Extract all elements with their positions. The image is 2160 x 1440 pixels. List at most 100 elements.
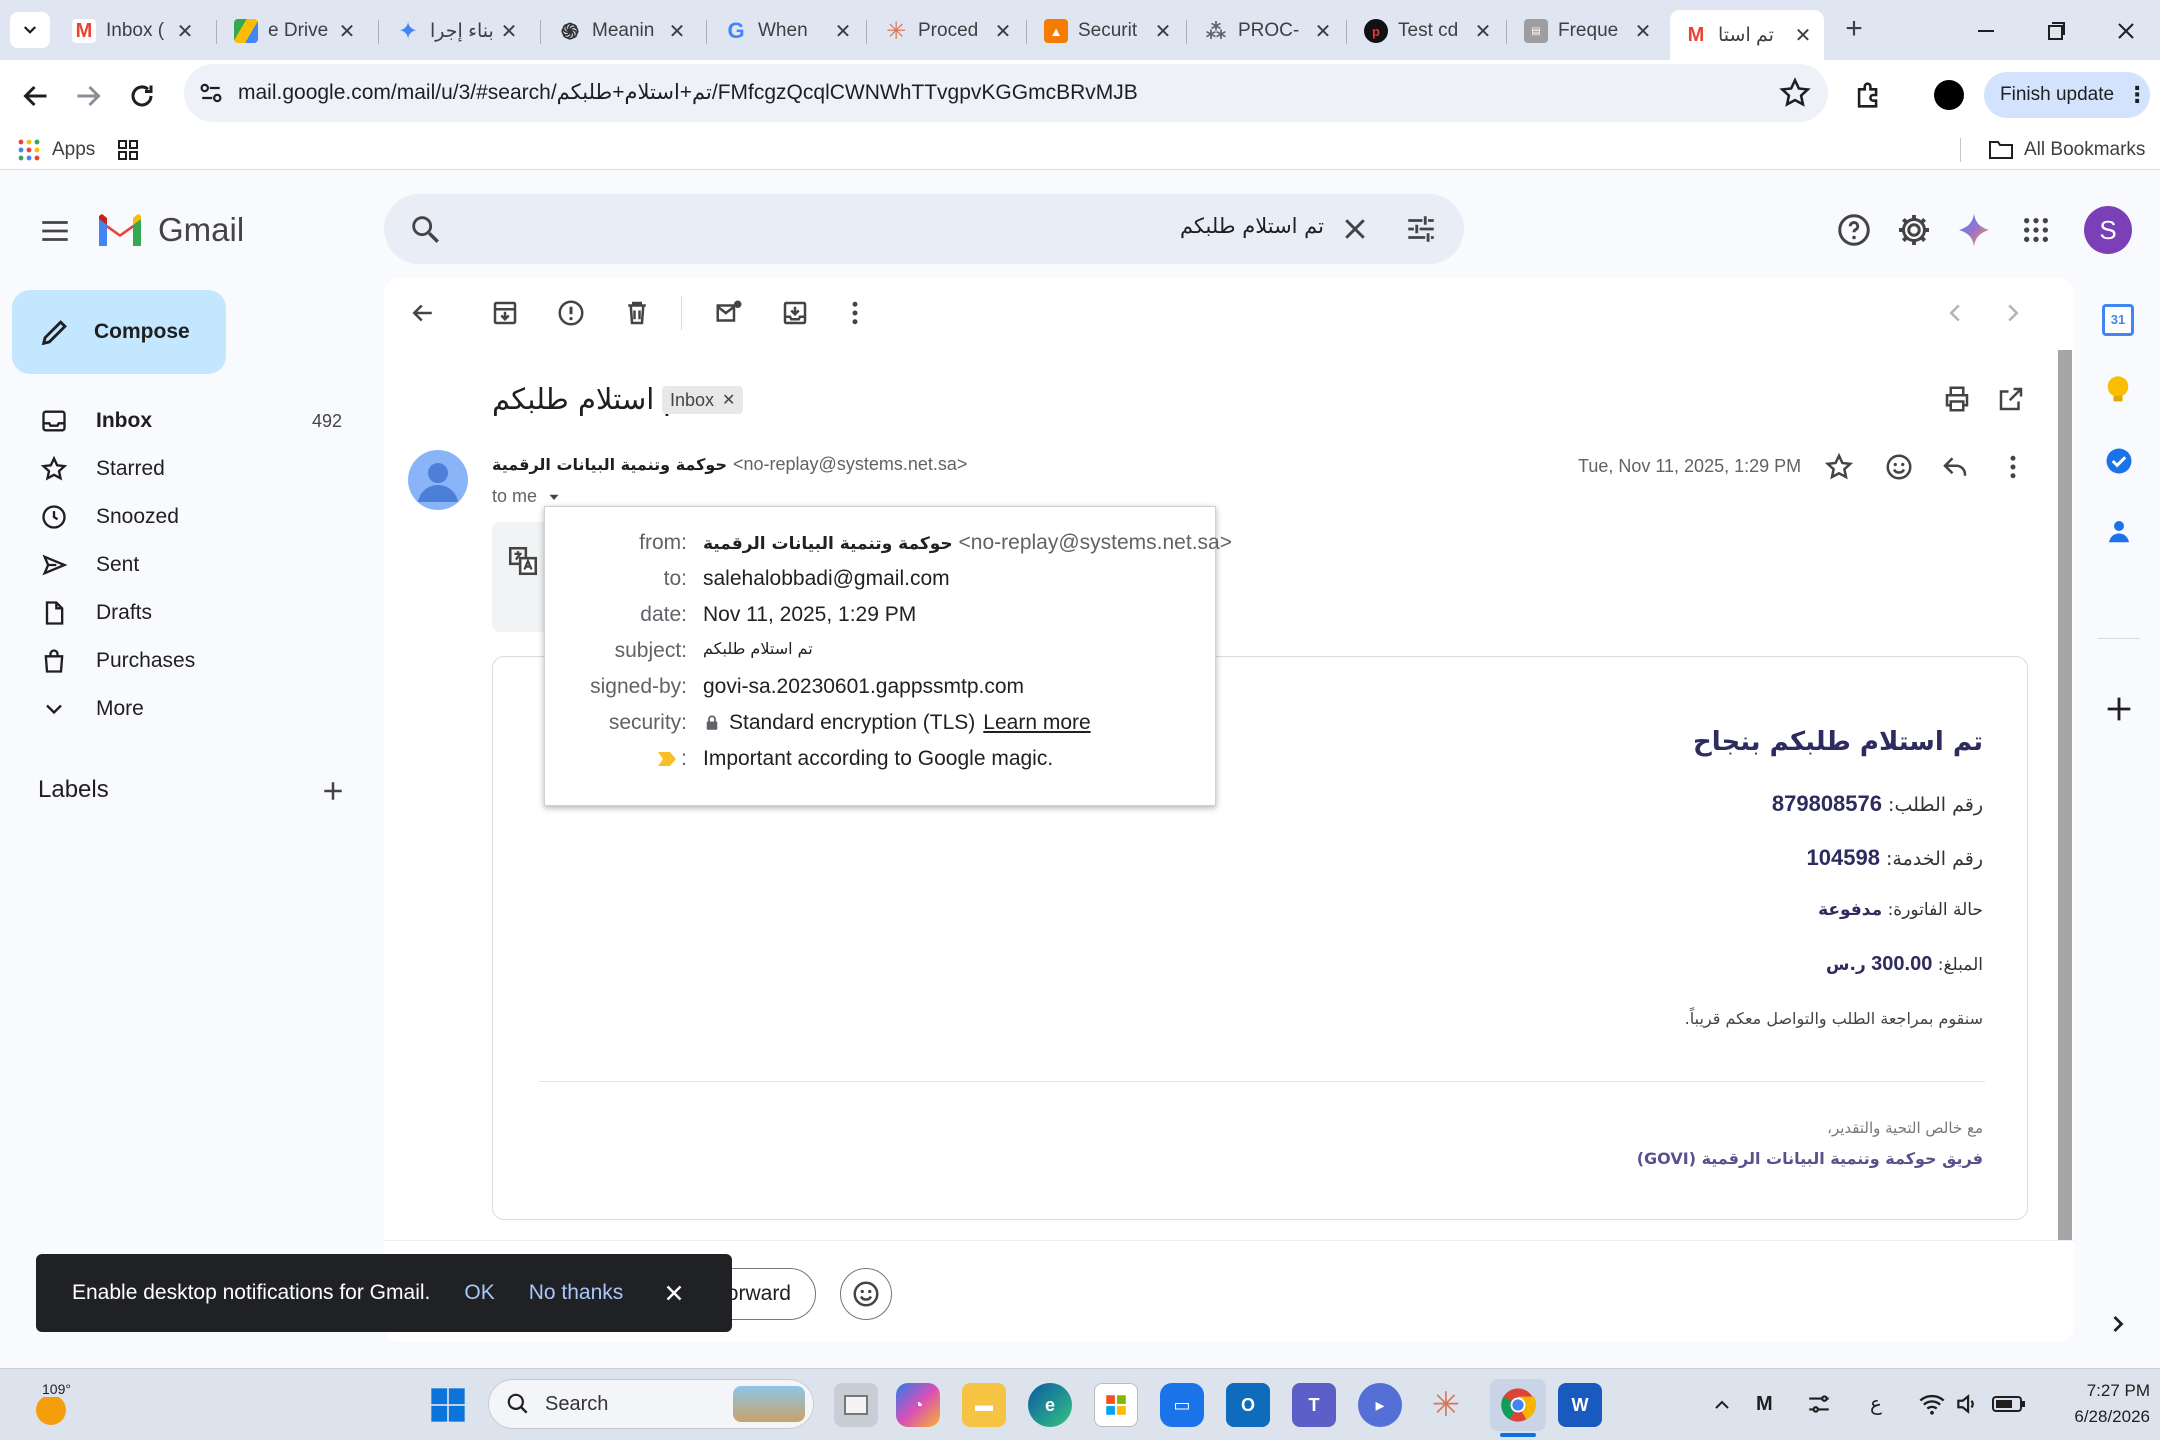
close-icon[interactable]: ✕ <box>832 19 854 44</box>
show-side-panel-button[interactable] <box>2104 1310 2132 1338</box>
nav-item-more[interactable]: More <box>0 685 360 733</box>
profile-avatar[interactable] <box>1934 80 1964 110</box>
browser-tab[interactable]: p Test cd ✕ <box>1350 10 1504 52</box>
newer-button[interactable] <box>1940 298 1970 328</box>
message-scrollbar[interactable] <box>2058 350 2072 1240</box>
snackbar-ok-button[interactable]: OK <box>464 1281 494 1305</box>
report-spam-button[interactable] <box>556 298 586 328</box>
edge-icon[interactable]: e <box>1028 1383 1072 1427</box>
mail-search-bar[interactable]: تم استلام طلبكم <box>384 194 1464 264</box>
close-icon[interactable]: ✕ <box>1792 23 1814 48</box>
older-button[interactable] <box>1998 298 2028 328</box>
main-menu-button[interactable] <box>38 214 72 248</box>
wifi-icon[interactable] <box>1918 1391 1946 1417</box>
nav-item-purchases[interactable]: Purchases <box>0 637 360 685</box>
learn-more-link[interactable]: Learn more <box>983 711 1090 735</box>
snackbar-close-button[interactable] <box>661 1280 687 1306</box>
nav-item-drafts[interactable]: Drafts <box>0 589 360 637</box>
calendar-icon[interactable]: 31 <box>2102 304 2134 336</box>
chrome-icon[interactable] <box>1490 1379 1546 1431</box>
weather-widget[interactable]: 109° <box>30 1381 120 1431</box>
browser-tab[interactable]: ▤ Freque ✕ <box>1510 10 1664 52</box>
open-new-window-button[interactable] <box>1996 384 2026 414</box>
minimize-button[interactable] <box>1966 16 2006 46</box>
browser-tab[interactable]: ▲ Securit ✕ <box>1030 10 1184 52</box>
outlook-icon[interactable]: O <box>1226 1383 1270 1427</box>
search-input[interactable]: تم استلام طلبكم <box>1180 214 1324 238</box>
archive-button[interactable] <box>490 298 520 328</box>
get-addons-button[interactable] <box>2102 692 2136 726</box>
google-apps-button[interactable] <box>2020 214 2052 246</box>
move-to-button[interactable] <box>780 298 810 328</box>
message-more-button[interactable] <box>1998 452 2028 482</box>
snackbar-no-thanks-button[interactable]: No thanks <box>529 1281 624 1305</box>
tasks-icon[interactable] <box>2104 446 2134 476</box>
back-button[interactable] <box>18 78 54 114</box>
inbox-label-chip[interactable]: Inbox ✕ <box>662 386 744 414</box>
browser-tab[interactable]: M Inbox ( ✕ <box>58 10 206 52</box>
close-icon[interactable]: ✕ <box>336 19 358 44</box>
close-icon[interactable]: ✕ <box>174 19 196 44</box>
bookmark-star-button[interactable] <box>1778 76 1812 110</box>
site-info-icon[interactable] <box>196 78 226 108</box>
sender-name[interactable]: حوكمة وتنمية البيانات الرقمية <box>492 455 727 474</box>
support-button[interactable] <box>1836 212 1872 248</box>
close-icon[interactable]: ✕ <box>1632 19 1654 44</box>
close-icon[interactable]: ✕ <box>498 19 520 44</box>
store-icon[interactable] <box>1094 1383 1138 1427</box>
power-automate-icon[interactable]: ▸ <box>1358 1383 1402 1427</box>
create-label-button[interactable] <box>318 776 348 806</box>
close-icon[interactable]: ✕ <box>1472 19 1494 44</box>
add-reaction-button[interactable] <box>1884 452 1914 482</box>
browser-tab[interactable]: ⁂ PROC- ✕ <box>1190 10 1344 52</box>
volume-icon[interactable] <box>1954 1391 1980 1417</box>
browser-tab[interactable]: e Drive ✕ <box>220 10 368 52</box>
chat-app-icon[interactable]: ▭ <box>1160 1383 1204 1427</box>
close-icon[interactable]: ✕ <box>992 19 1014 44</box>
contacts-icon[interactable] <box>2104 516 2134 546</box>
browser-tab-active[interactable]: M تم استا ✕ <box>1670 10 1824 60</box>
nav-item-starred[interactable]: Starred <box>0 445 360 493</box>
sender-avatar[interactable] <box>408 450 468 510</box>
input-language[interactable]: ع <box>1870 1391 1882 1415</box>
keep-icon[interactable] <box>2104 374 2132 406</box>
account-avatar[interactable]: S <box>2084 206 2132 254</box>
delete-button[interactable] <box>622 298 652 328</box>
clear-search-icon[interactable] <box>1340 214 1370 244</box>
file-explorer-icon[interactable]: ▬ <box>962 1383 1006 1427</box>
reply-button[interactable] <box>1940 452 1970 482</box>
browser-tab[interactable]: ✳ Proced ✕ <box>870 10 1024 52</box>
recipient-toggle[interactable]: to me <box>492 486 563 507</box>
new-tab-button[interactable]: + <box>1836 12 1872 48</box>
tray-app-icon[interactable]: M <box>1756 1393 1782 1417</box>
search-options-icon[interactable] <box>1404 212 1438 246</box>
more-options-button[interactable] <box>840 298 870 328</box>
address-bar[interactable]: mail.google.com/mail/u/3/#search/تم+استل… <box>184 64 1828 122</box>
close-icon[interactable]: ✕ <box>1312 19 1334 44</box>
forward-button[interactable] <box>70 78 106 114</box>
back-to-search-button[interactable] <box>408 298 438 328</box>
reload-button[interactable] <box>124 78 160 114</box>
tab-search-button[interactable] <box>10 12 50 48</box>
word-icon[interactable]: W <box>1558 1383 1602 1427</box>
gemini-button[interactable] <box>1956 212 1992 248</box>
battery-icon[interactable] <box>1992 1393 2026 1415</box>
print-button[interactable] <box>1942 384 1972 414</box>
tab-groups-icon[interactable] <box>116 138 140 162</box>
finish-update-button[interactable]: Finish update ⋮ <box>1984 72 2150 118</box>
copilot-icon[interactable]: ◔ <box>896 1383 940 1427</box>
close-icon[interactable]: ✕ <box>722 390 735 410</box>
all-bookmarks[interactable]: All Bookmarks <box>1988 136 2145 164</box>
apps-bookmark[interactable]: Apps <box>18 136 95 164</box>
tray-settings-icon[interactable] <box>1806 1391 1832 1417</box>
mark-unread-button[interactable] <box>714 298 744 328</box>
taskbar-search[interactable]: Search <box>488 1379 814 1429</box>
browser-tab[interactable]: G When ✕ <box>710 10 864 52</box>
gmail-logo[interactable]: Gmail <box>96 208 244 252</box>
react-button[interactable] <box>840 1268 892 1320</box>
nav-item-inbox[interactable]: Inbox 492 <box>0 397 360 445</box>
show-hidden-icons[interactable] <box>1710 1393 1734 1417</box>
start-button[interactable] <box>428 1385 468 1425</box>
nav-item-snoozed[interactable]: Snoozed <box>0 493 360 541</box>
browser-tab[interactable]: ֍ Meanin ✕ <box>544 10 698 52</box>
